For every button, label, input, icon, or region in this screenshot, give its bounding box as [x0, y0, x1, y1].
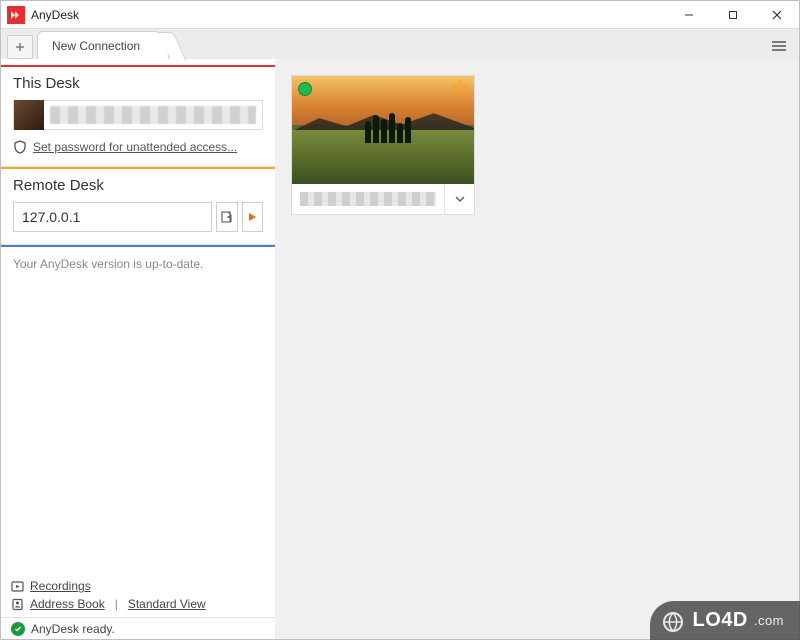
window-minimize-button[interactable]	[667, 1, 711, 29]
this-desk-address-field[interactable]	[13, 100, 263, 130]
app-logo-icon	[7, 6, 25, 24]
user-avatar	[14, 100, 44, 130]
recordings-link[interactable]: Recordings	[30, 579, 91, 593]
update-status: Your AnyDesk version is up-to-date.	[1, 247, 275, 281]
this-desk-panel: This Desk Set password for unattended ac…	[1, 65, 275, 167]
window-maximize-button[interactable]	[711, 1, 755, 29]
status-bar: AnyDesk ready.	[1, 617, 275, 639]
address-book-icon	[11, 598, 24, 611]
session-menu-button[interactable]	[444, 184, 474, 214]
remote-desk-panel: Remote Desk	[1, 167, 275, 245]
online-indicator-icon	[298, 82, 312, 96]
recordings-icon	[11, 580, 24, 593]
unattended-access-link[interactable]: Set password for unattended access...	[33, 140, 237, 154]
this-desk-heading: This Desk	[13, 75, 263, 92]
session-label	[300, 192, 436, 206]
standard-view-link[interactable]: Standard View	[128, 597, 206, 611]
watermark-tld: .com	[754, 613, 784, 628]
file-transfer-button[interactable]	[216, 202, 238, 232]
remote-desk-heading: Remote Desk	[13, 177, 263, 194]
window-close-button[interactable]	[755, 1, 799, 29]
this-desk-address-value	[50, 106, 256, 124]
tab-new-connection[interactable]: New Connection	[37, 31, 169, 59]
status-ok-icon	[11, 622, 25, 636]
address-book-link[interactable]: Address Book	[30, 597, 105, 611]
remote-address-input[interactable]	[13, 202, 212, 232]
tab-bar: New Connection	[1, 29, 799, 59]
watermark-globe-icon	[662, 611, 684, 633]
chevron-down-icon	[455, 196, 465, 202]
favorite-star-icon[interactable]	[452, 80, 468, 99]
connect-button[interactable]	[242, 202, 264, 232]
watermark-brand: LO4D	[692, 609, 747, 632]
session-thumbnail	[292, 76, 474, 184]
watermark: LO4D .com	[650, 601, 800, 640]
status-text: AnyDesk ready.	[31, 622, 115, 636]
tab-label: New Connection	[52, 39, 140, 53]
new-tab-button[interactable]	[7, 35, 33, 59]
app-title: AnyDesk	[31, 8, 79, 22]
shield-icon	[13, 140, 27, 154]
recent-session-card[interactable]	[291, 75, 475, 215]
hamburger-menu-button[interactable]	[765, 33, 793, 59]
titlebar: AnyDesk	[1, 1, 799, 29]
